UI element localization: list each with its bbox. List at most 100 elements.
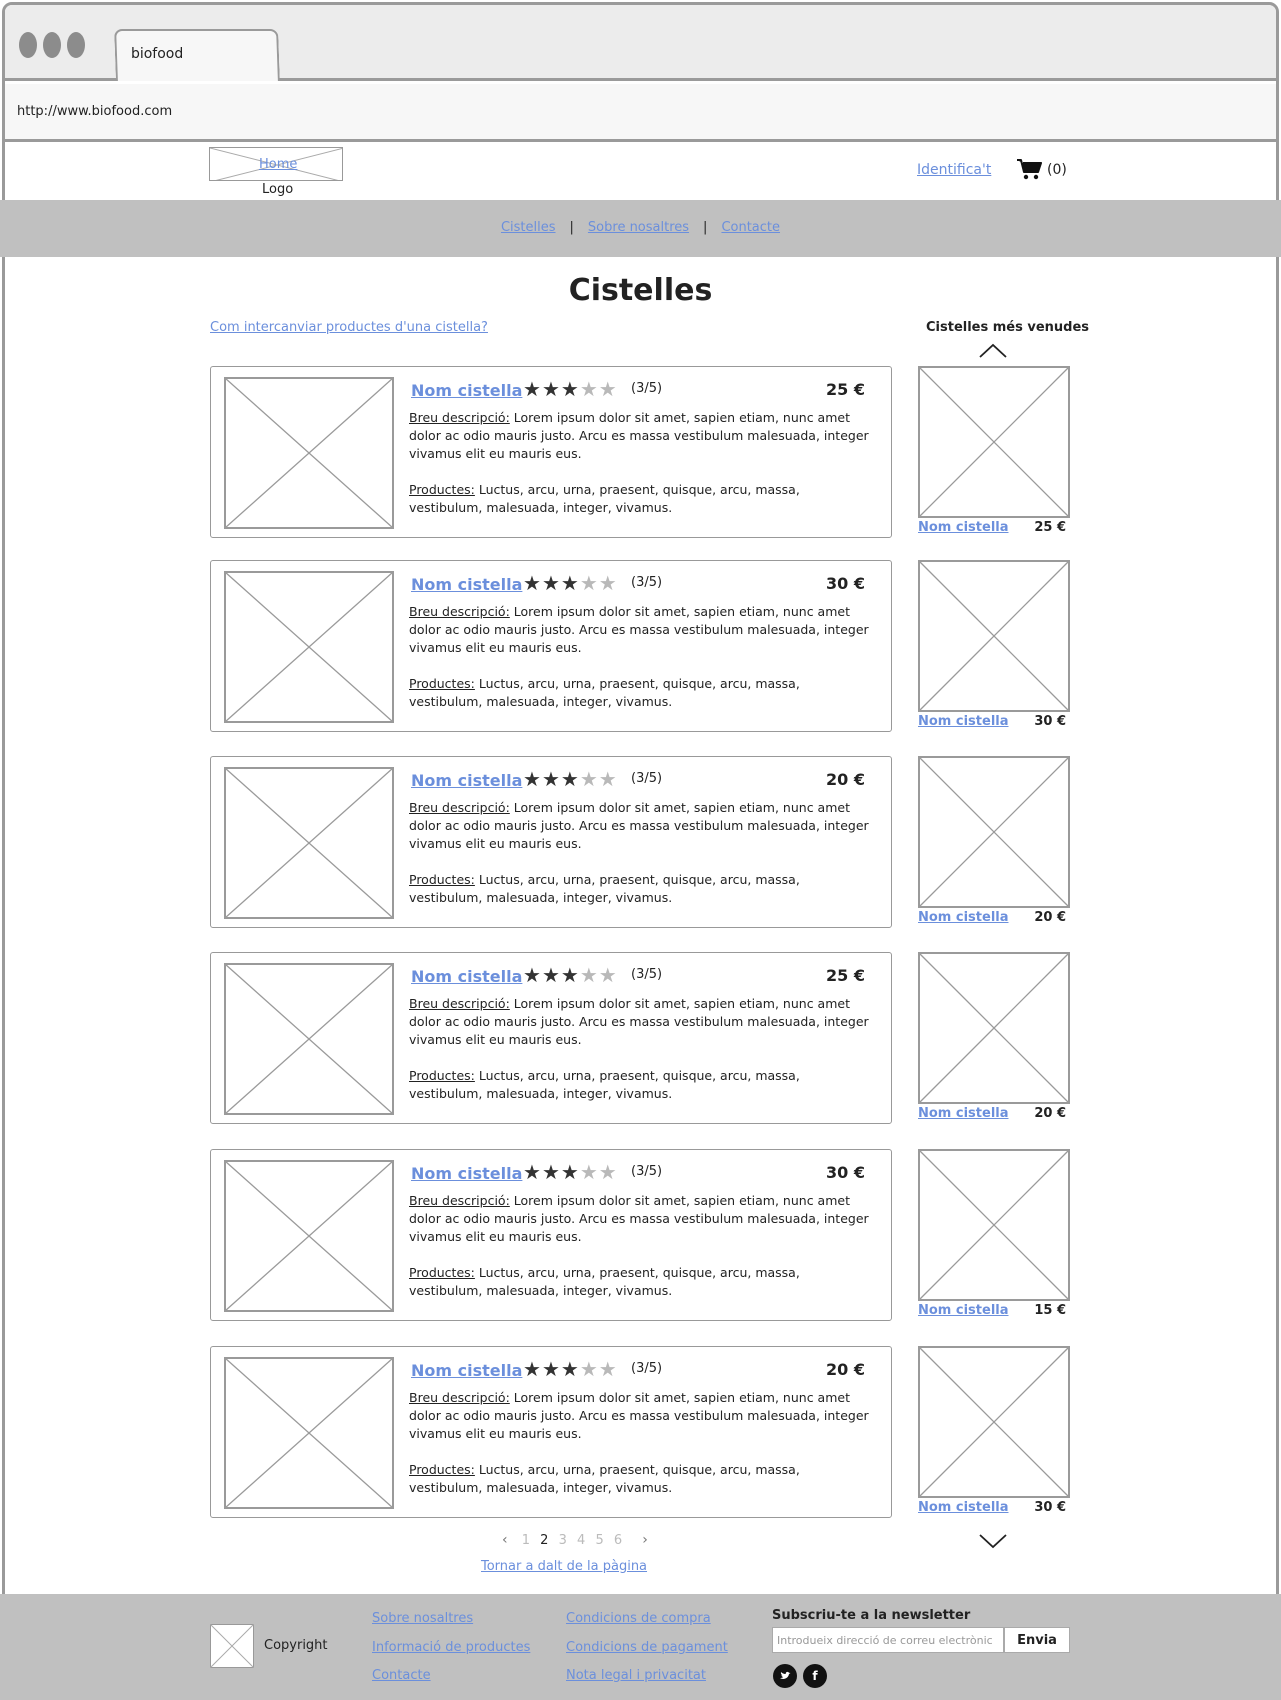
star-filled-icon[interactable]: ★ [542,963,561,987]
browser-tab[interactable]: biofood [114,29,280,81]
rating-text: (3/5) [631,967,663,982]
bestseller-name-link[interactable]: Nom cistella [918,1106,1009,1121]
page-link[interactable]: 5 [595,1533,603,1548]
star-empty-icon[interactable]: ★ [599,1160,618,1184]
description-label: Breu descripció: [409,604,510,619]
star-empty-icon[interactable]: ★ [599,1357,618,1381]
star-empty-icon[interactable]: ★ [580,1160,599,1184]
star-filled-icon[interactable]: ★ [523,1160,542,1184]
back-to-top-link[interactable]: Tornar a dalt de la pàgina [481,1559,647,1574]
footer-link-payment-terms[interactable]: Condicions de pagament [566,1640,728,1655]
star-filled-icon[interactable]: ★ [542,1357,561,1381]
product-contents: Productes: Luctus, arcu, urna, praesent,… [409,1264,869,1300]
star-filled-icon[interactable]: ★ [523,767,542,791]
chevron-down-icon[interactable] [978,1533,1008,1553]
footer-link-product-info[interactable]: Informació de productes [372,1640,530,1655]
window-maximize-dot[interactable] [67,32,85,58]
window-close-dot[interactable] [19,32,37,58]
newsletter-submit-button[interactable]: Envia [1004,1627,1070,1653]
star-filled-icon[interactable]: ★ [523,1357,542,1381]
home-link[interactable]: Home [259,157,297,172]
bestseller-name-link[interactable]: Nom cistella [918,1303,1009,1318]
product-card: Nom cistella ★★★★★ (3/5) 30 € Breu descripci… [210,560,892,732]
star-empty-icon[interactable]: ★ [599,767,618,791]
bestseller-name-link[interactable]: Nom cistella [918,714,1009,729]
star-empty-icon[interactable]: ★ [580,963,599,987]
star-filled-icon[interactable]: ★ [561,1160,580,1184]
product-name-link[interactable]: Nom cistella [411,1361,522,1380]
nav-item-contacte[interactable]: Contacte [721,220,780,235]
bestseller-image-placeholder[interactable] [918,366,1070,518]
product-price: 30 € [826,574,865,593]
star-filled-icon[interactable]: ★ [561,1357,580,1381]
product-name-link[interactable]: Nom cistella [411,575,522,594]
logo-label: Logo [262,182,294,197]
newsletter-email-input[interactable] [772,1627,1004,1653]
star-empty-icon[interactable]: ★ [580,377,599,401]
product-image-placeholder[interactable] [224,767,394,919]
star-empty-icon[interactable]: ★ [580,1357,599,1381]
bestseller-image-placeholder[interactable] [918,756,1070,908]
star-filled-icon[interactable]: ★ [542,1160,561,1184]
bestseller-item: Nom cistella 30 € [918,1346,1070,1516]
chevron-up-icon[interactable] [978,343,1008,363]
contents-label: Productes: [409,1068,475,1083]
product-image-placeholder[interactable] [224,963,394,1115]
bestseller-name-link[interactable]: Nom cistella [918,910,1009,925]
bestseller-image-placeholder[interactable] [918,1346,1070,1498]
rating-stars: ★★★★★ [523,1160,618,1184]
bestseller-name-link[interactable]: Nom cistella [918,520,1009,535]
bestseller-price: 25 € [1034,520,1066,535]
product-price: 30 € [826,1163,865,1182]
star-filled-icon[interactable]: ★ [561,963,580,987]
star-filled-icon[interactable]: ★ [523,963,542,987]
footer: Copyright Sobre nosaltres Informació de … [0,1594,1281,1700]
browser-titlebar: biofood [5,5,1276,81]
star-filled-icon[interactable]: ★ [523,377,542,401]
bestseller-image-placeholder[interactable] [918,1149,1070,1301]
star-empty-icon[interactable]: ★ [580,571,599,595]
chevron-right-icon[interactable]: › [642,1532,648,1548]
star-empty-icon[interactable]: ★ [599,377,618,401]
bestseller-image-placeholder[interactable] [918,952,1070,1104]
product-image-placeholder[interactable] [224,571,394,723]
star-filled-icon[interactable]: ★ [561,377,580,401]
page-link-current[interactable]: 2 [540,1533,548,1548]
footer-link-legal[interactable]: Nota legal i privacitat [566,1668,706,1683]
footer-link-about[interactable]: Sobre nosaltres [372,1611,473,1626]
bestseller-image-placeholder[interactable] [918,560,1070,712]
exchange-help-link[interactable]: Com intercanviar productes d'una cistell… [210,320,488,335]
facebook-icon[interactable]: f [803,1664,827,1688]
page-link[interactable]: 4 [577,1533,585,1548]
login-link[interactable]: Identifica't [917,162,991,178]
nav-item-sobre-nosaltres[interactable]: Sobre nosaltres [588,220,689,235]
star-filled-icon[interactable]: ★ [561,571,580,595]
product-name-link[interactable]: Nom cistella [411,1164,522,1183]
product-image-placeholder[interactable] [224,1357,394,1509]
footer-link-purchase-terms[interactable]: Condicions de compra [566,1611,711,1626]
address-bar[interactable]: http://www.biofood.com [5,84,1276,142]
star-filled-icon[interactable]: ★ [542,377,561,401]
star-filled-icon[interactable]: ★ [561,767,580,791]
star-filled-icon[interactable]: ★ [542,571,561,595]
product-image-placeholder[interactable] [224,377,394,529]
product-name-link[interactable]: Nom cistella [411,771,522,790]
star-filled-icon[interactable]: ★ [523,571,542,595]
twitter-icon[interactable] [773,1664,797,1688]
product-name-link[interactable]: Nom cistella [411,967,522,986]
page-link[interactable]: 3 [559,1533,567,1548]
star-filled-icon[interactable]: ★ [542,767,561,791]
bestseller-name-link[interactable]: Nom cistella [918,1500,1009,1515]
star-empty-icon[interactable]: ★ [599,963,618,987]
shopping-cart-icon[interactable] [1016,158,1042,184]
page-link[interactable]: 1 [522,1533,530,1548]
footer-link-contact[interactable]: Contacte [372,1668,431,1683]
window-minimize-dot[interactable] [43,32,61,58]
star-empty-icon[interactable]: ★ [580,767,599,791]
product-name-link[interactable]: Nom cistella [411,381,522,400]
product-image-placeholder[interactable] [224,1160,394,1312]
chevron-left-icon[interactable]: ‹ [502,1532,508,1548]
page-link[interactable]: 6 [614,1533,622,1548]
star-empty-icon[interactable]: ★ [599,571,618,595]
nav-item-cistelles[interactable]: Cistelles [501,220,556,235]
